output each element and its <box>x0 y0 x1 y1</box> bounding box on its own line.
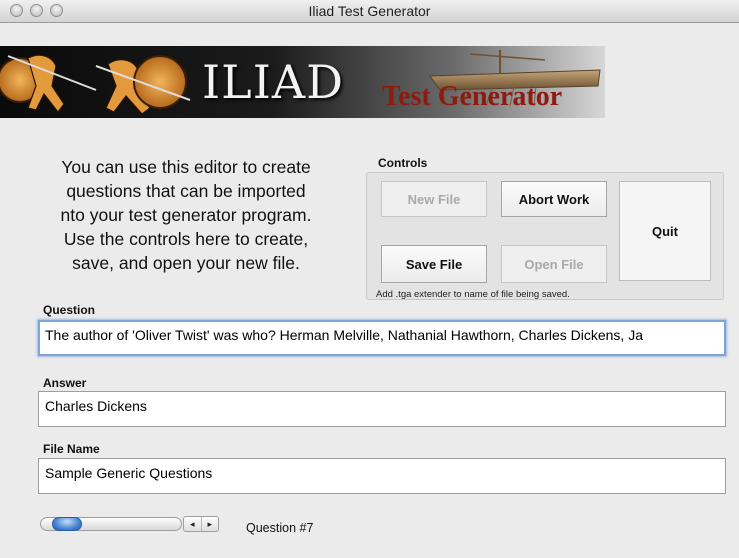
question-label: Question <box>43 303 96 317</box>
banner-brand: ILIAD <box>202 55 344 109</box>
intro-line: nto your test generator program. <box>60 205 312 225</box>
question-counter: Question #7 <box>246 521 314 535</box>
intro-text: You can use this editor to create questi… <box>36 155 336 275</box>
app-window: Iliad Test Generator ILIAD Test Generato… <box>0 0 739 558</box>
intro-line: questions that can be imported <box>66 181 306 201</box>
answer-field[interactable]: Charles Dickens <box>38 391 726 427</box>
new-file-button[interactable]: New File <box>381 181 487 217</box>
next-arrow-icon[interactable]: ▸ <box>200 517 219 531</box>
title-bar[interactable]: Iliad Test Generator <box>0 0 739 23</box>
question-stepper[interactable]: ◂ ▸ <box>183 516 219 532</box>
file-name-label: File Name <box>43 442 100 456</box>
controls-label: Controls <box>378 156 428 170</box>
warrior-right-icon <box>95 55 191 115</box>
intro-line: You can use this editor to create <box>61 157 311 177</box>
previous-arrow-icon[interactable]: ◂ <box>184 517 201 531</box>
abort-work-button[interactable]: Abort Work <box>501 181 607 217</box>
warrior-left-icon <box>0 54 97 113</box>
controls-group: New File Abort Work Quit Save File Open … <box>366 172 724 300</box>
save-hint: Add .tga extender to name of file being … <box>376 289 570 300</box>
intro-line: save, and open your new file. <box>72 253 300 273</box>
open-file-button[interactable]: Open File <box>501 245 607 283</box>
intro-line: Use the controls here to create, <box>63 229 309 249</box>
file-name-field[interactable]: Sample Generic Questions <box>38 458 726 494</box>
window-title: Iliad Test Generator <box>308 3 431 19</box>
banner-subtitle: Test Generator <box>382 81 563 112</box>
question-field[interactable]: The author of 'Oliver Twist' was who? He… <box>38 320 726 356</box>
save-file-button[interactable]: Save File <box>381 245 487 283</box>
quit-button[interactable]: Quit <box>619 181 711 281</box>
iliad-banner: ILIAD Test Generator <box>0 46 605 118</box>
answer-label: Answer <box>43 376 87 390</box>
slider-knob[interactable] <box>52 517 82 531</box>
question-slider[interactable] <box>40 517 182 531</box>
